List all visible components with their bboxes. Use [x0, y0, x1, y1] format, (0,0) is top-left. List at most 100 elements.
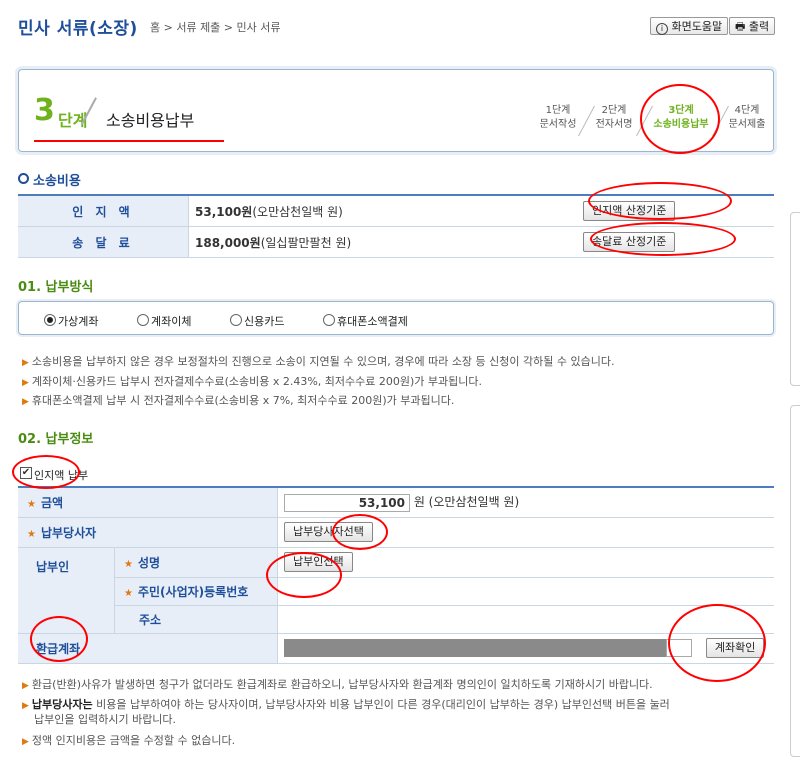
radio-label: 휴대폰소액결제	[337, 315, 408, 328]
radio-unselected-icon	[230, 314, 242, 326]
address-label: 주소	[114, 605, 278, 634]
side-panel-edge	[790, 405, 800, 757]
table-row: 환급계좌 계좌확인	[18, 633, 774, 664]
radio-credit-card[interactable]: 신용카드	[230, 313, 284, 329]
arrow-right-icon: ▶	[22, 358, 29, 368]
step-item-label: 문서제출	[728, 119, 766, 130]
radio-account-transfer[interactable]: 계좌이체	[137, 313, 191, 329]
note-text: 소송비용을 납부하지 않은 경우 보정절차의 진행으로 소송이 지연될 수 있으…	[31, 355, 615, 368]
step-item-label: 전자서명	[595, 119, 633, 130]
side-panel-edge	[790, 212, 800, 386]
payinfo-note-2: ▶ 납부당사자는 비용을 납부하여야 하는 당사자이며, 납부당사자와 비용 납부…	[22, 696, 670, 712]
annotation-circle	[590, 222, 736, 256]
annotation-circle	[12, 455, 80, 489]
breadcrumb: 홈 > 서류 제출 > 민사 서류	[150, 21, 281, 34]
arrow-right-icon: ▶	[22, 701, 29, 711]
step-item-number: 4단계	[734, 105, 760, 116]
arrow-right-icon: ▶	[22, 378, 29, 388]
annotation-circle	[332, 514, 388, 550]
annotation-underline	[34, 140, 224, 142]
radio-mobile-payment[interactable]: 휴대폰소액결제	[323, 313, 408, 329]
amount-cell: 53,100 원 (오만삼천일백 원)	[277, 486, 774, 518]
service-fee-label: 송 달 료	[18, 226, 189, 258]
name-label: 성명	[137, 555, 161, 570]
regno-label: 주민(사업자)등록번호	[137, 584, 249, 599]
service-fee-words: (일십팔만팔천 원)	[260, 235, 352, 250]
radio-label: 신용카드	[244, 315, 285, 328]
radio-unselected-icon	[323, 314, 335, 326]
note-bold: 납부당사자는	[31, 698, 93, 711]
party-label-cell: ★ 납부당사자	[18, 517, 278, 548]
amount-label-cell: ★ 금액	[18, 486, 278, 518]
step-item-1: 1단계 문서작성	[538, 104, 578, 132]
stamp-fee-words: (오만삼천일백 원)	[252, 204, 343, 219]
current-step-title: 소송비용납부	[106, 111, 195, 130]
arrow-right-icon: ▶	[22, 397, 29, 407]
payinfo-heading: 02. 납부정보	[18, 432, 94, 447]
cost-heading: 소송비용	[18, 170, 81, 189]
required-star-icon: ★	[124, 558, 133, 570]
page-title: 민사 서류(소장)	[18, 19, 138, 39]
note-text: 비용을 납부하여야 하는 당사자이며, 납부당사자와 비용 납부인이 다른 경우…	[92, 698, 670, 711]
annotation-circle	[30, 616, 88, 662]
payinfo-note-1: ▶ 환급(반환)사유가 발생하면 청구가 없더라도 환급계좌로 환급하오니, 납부…	[22, 676, 653, 692]
print-label: 출력	[748, 20, 770, 33]
help-button[interactable]: i 화면도움말	[650, 17, 729, 35]
printer-icon: 🖶	[735, 20, 746, 33]
note-text: 정액 인지비용은 금액을 수정할 수 없습니다.	[31, 734, 236, 747]
annotation-circle	[266, 552, 342, 598]
step-item-2: 2단계 전자서명	[592, 104, 636, 132]
table-row: 주소	[18, 605, 774, 634]
refund-account-masked	[284, 638, 666, 657]
method-note-1: ▶ 소송비용을 납부하지 않은 경우 보정절차의 진행으로 소송이 지연될 수 있…	[22, 353, 614, 369]
help-label: 화면도움말	[671, 20, 723, 33]
payinfo-note-3: ▶ 정액 인지비용은 금액을 수정할 수 없습니다.	[22, 732, 235, 748]
cost-heading-text: 소송비용	[33, 174, 81, 189]
service-fee-value: 188,000원(일십팔만팔천 원)	[188, 226, 582, 258]
payinfo-table: ★ 금액 53,100 원 (오만삼천일백 원) ★ 납부당사자 납부당사자선택 납…	[18, 486, 774, 664]
payinfo-note-2-cont: 납부인을 입력하시기 바랍니다.	[34, 711, 176, 727]
table-row: 납부인 ★ 성명 납부인선택	[18, 547, 774, 634]
radio-virtual-account[interactable]: 가상계좌	[44, 313, 98, 329]
name-label-cell: ★ 성명	[114, 547, 278, 578]
annotation-circle	[588, 182, 732, 220]
service-fee-amount: 188,000원	[195, 235, 261, 250]
radio-label: 계좌이체	[151, 315, 192, 328]
print-button[interactable]: 🖶 출력	[729, 17, 776, 35]
bullet-circle-icon	[18, 173, 29, 184]
required-star-icon: ★	[124, 587, 133, 599]
regno-cell	[277, 577, 774, 606]
stamp-fee-value: 53,100원(오만삼천일백 원)	[188, 194, 582, 227]
party-label: 납부당사자	[40, 525, 97, 540]
radio-unselected-icon	[137, 314, 149, 326]
method-heading: 01. 납부방식	[18, 280, 94, 295]
table-row: ★ 주민(사업자)등록번호	[18, 577, 774, 606]
method-note-3: ▶ 휴대폰소액결제 납부 시 전자결제수수료(소송비용 x 7%, 최저수수료 2…	[22, 392, 454, 408]
step-item-number: 2단계	[601, 105, 627, 116]
regno-label-cell: ★ 주민(사업자)등록번호	[114, 577, 278, 606]
stamp-fee-amount: 53,100원	[195, 204, 253, 219]
annotation-circle	[640, 84, 720, 154]
stamp-fee-label: 인 지 액	[18, 194, 189, 227]
required-star-icon: ★	[27, 528, 36, 540]
required-star-icon: ★	[27, 498, 36, 510]
radio-label: 가상계좌	[58, 315, 99, 328]
method-note-2: ▶ 계좌이체·신용카드 납부시 전자결제수수료(소송비용 x 2.43%, 최저수…	[22, 373, 482, 389]
note-text: 계좌이체·신용카드 납부시 전자결제수수료(소송비용 x 2.43%, 최저수수…	[31, 375, 482, 388]
current-step-number: 3	[34, 93, 55, 128]
note-text: 납부인을 입력하시기 바랍니다.	[34, 713, 177, 726]
info-circle-icon: i	[656, 23, 668, 35]
amount-suffix: 원 (오만삼천일백 원)	[413, 495, 520, 509]
radio-selected-icon	[44, 314, 56, 326]
note-text: 휴대폰소액결제 납부 시 전자결제수수료(소송비용 x 7%, 최저수수료 20…	[31, 394, 455, 407]
step-item-4: 4단계 문서제출	[726, 104, 768, 132]
note-text: 환급(반환)사유가 발생하면 청구가 없더라도 환급계좌로 환급하오니, 납부당…	[31, 678, 653, 691]
name-cell: 납부인선택	[277, 547, 774, 578]
amount-label: 금액	[40, 495, 64, 510]
step-item-number: 1단계	[545, 105, 571, 116]
annotation-circle	[668, 604, 766, 682]
amount-input[interactable]: 53,100	[284, 493, 410, 512]
arrow-right-icon: ▶	[22, 681, 29, 691]
step-item-label: 문서작성	[539, 119, 577, 130]
table-row: ★ 납부당사자 납부당사자선택	[18, 517, 774, 548]
